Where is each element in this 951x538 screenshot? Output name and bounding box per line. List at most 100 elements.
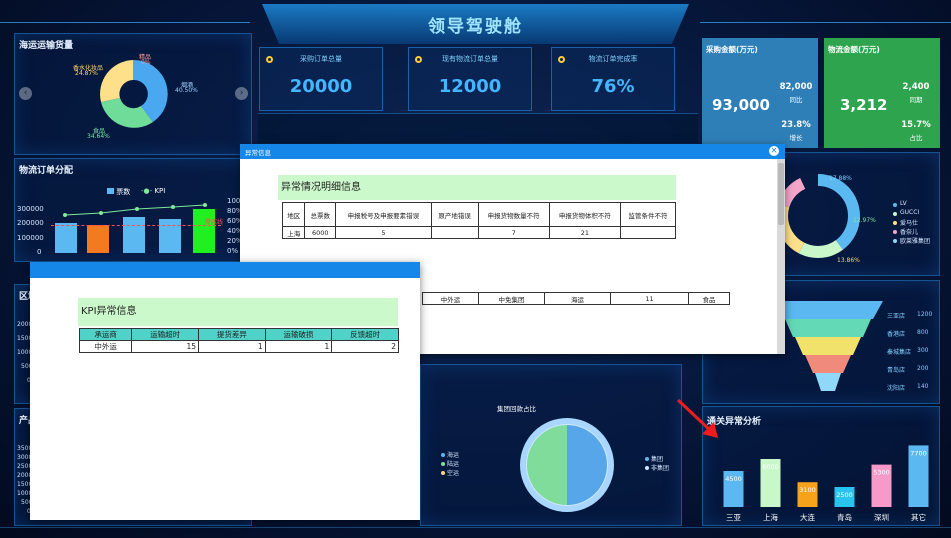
pie-pct-boutique: 0% (141, 59, 151, 66)
funnel-label: 三亚店 (887, 313, 906, 320)
kpi-line (63, 203, 207, 217)
legend-group: 集团 (651, 456, 664, 463)
red-arrow-icon (676, 398, 718, 438)
bar-1 (55, 223, 77, 253)
legend-swatch (107, 188, 114, 194)
legend-label: KPI (154, 187, 166, 195)
table-cell: 15 (131, 340, 200, 353)
legend-dot (441, 453, 445, 457)
column-header: 申报税号及申报要素错误 (335, 202, 432, 227)
close-icon[interactable]: ✕ (769, 146, 779, 156)
kpi-exception-dialog: KPI异常信息 承运商 运输超时 提货差异 运输破损 反馈超时 中外运 15 1… (30, 262, 420, 520)
column-header: 承运商 (78, 328, 133, 341)
shipping-volume-panel: 海运运输货量 ‹ › 精品 0% 香水化妆品 24.87% 烟酒 40.50% … (14, 33, 252, 155)
group-collection-donut (520, 418, 614, 512)
tile-main-value: 3,212 (840, 96, 888, 114)
table-cell: 中免集团 (478, 292, 545, 305)
customs-bar-value: 5300 (873, 469, 890, 477)
page-title: 领导驾驶舱 (428, 17, 523, 37)
kpi-value: 76% (591, 76, 635, 97)
shipping-pie-chart (100, 59, 168, 128)
column-header: 提货差异 (198, 328, 266, 341)
order-distribution-title: 物流订单分配 (19, 166, 74, 176)
table-cell: 1 (198, 340, 266, 353)
column-header: 监管条件不符 (619, 202, 677, 227)
table-cell: 中外运 (78, 340, 133, 353)
funnel-label: 沈阳店 (887, 385, 906, 392)
funnel-value: 1200 (917, 311, 933, 318)
customs-category-label: 大连 (800, 512, 815, 522)
y2-tick: 0% (227, 247, 239, 255)
scrollbar[interactable] (777, 159, 785, 354)
table-cell: 6000 (304, 226, 337, 239)
legend-dot (893, 203, 897, 207)
legend-dot (893, 221, 897, 225)
kpi-value: 20000 (289, 76, 353, 97)
kpi-exception-table: 承运商 运输超时 提货差异 运输破损 反馈超时 中外运 15 1 1 2 (78, 328, 399, 353)
kpi-label: 采购订单总量 (300, 55, 342, 63)
legend-dot (645, 466, 649, 470)
legend-dot (893, 230, 897, 234)
carousel-next-button[interactable]: › (235, 87, 248, 100)
kpi-label: 物流订单完成率 (588, 55, 638, 63)
kpi-value: 12000 (438, 76, 502, 97)
customs-bar-value: 7700 (910, 449, 927, 457)
dialog-titlebar (30, 262, 420, 278)
brand-pct-top: 17.88% (829, 175, 852, 182)
table-row: 中外运 15 1 1 2 (78, 340, 399, 353)
table-cell: 食品 (688, 292, 730, 305)
table-cell: 上海 (281, 226, 306, 239)
customs-bar-chart: 4500 三亚 6000 上海 3100 大连 2500 青岛 5300 深圳 7700 其它 (723, 445, 929, 522)
pie-pct-cosmetics: 24.87% (75, 70, 98, 77)
column-header: 申报货物数量不符 (477, 202, 550, 227)
legend-dot (893, 239, 897, 243)
legend-sea: 海运 (447, 452, 460, 459)
kpi-label: 现有物流订单总量 (442, 55, 498, 63)
customs-category-label: 深圳 (874, 512, 889, 522)
funnel-label: 青岛店 (887, 367, 906, 374)
pie-slice-cosmetics (100, 60, 133, 102)
legend-air: 空运 (447, 470, 460, 477)
kpi-completion-rate: 物流订单完成率 76% (551, 47, 675, 111)
y-tick: 0 (37, 248, 42, 256)
customs-category-label: 青岛 (837, 512, 852, 522)
table-cell: 5 (335, 226, 432, 239)
tile-growth-caption: 增长 (789, 134, 803, 142)
funnel-value: 800 (917, 329, 929, 336)
customs-bar-value: 2500 (836, 491, 853, 499)
column-header: 原产地错误 (430, 202, 479, 227)
legend-non-group: 非集团 (651, 465, 670, 472)
funnel-value: 140 (917, 383, 929, 390)
customs-exception-panel: 通关异常分析 4500 三亚 6000 上海 3100 大连 2500 青岛 5300 深圳 770… (702, 406, 940, 526)
kpi-purchase-orders: 采购订单总量 20000 (259, 47, 383, 111)
customs-bar-value: 6000 (762, 463, 779, 471)
legend-land: 陆运 (447, 461, 460, 468)
legend-lv: LV (900, 200, 907, 207)
brand-donut (776, 174, 860, 258)
tile-same-period-value: 2,400 (902, 82, 930, 92)
legend-hermes: 爱马仕 (900, 220, 919, 227)
y-tick: 300000 (17, 205, 44, 213)
column-header: 地区 (281, 202, 306, 227)
table-cell: 1 (264, 340, 333, 353)
exception-table: 地区 总票数 申报税号及申报要素错误 原产地错误 申报货物数量不符 申报货物体积… (281, 202, 677, 239)
legend-dot (441, 462, 445, 466)
tile-title: 采购金额(万元) (706, 45, 758, 54)
table-header-row: 承运商 运输超时 提货差异 运输破损 反馈超时 (78, 328, 399, 341)
table-cell: 7 (477, 226, 550, 239)
legend-kpi: -●- KPI (141, 187, 165, 195)
legend-tickets: 票数 (107, 187, 130, 197)
funnel-label: 香港店 (887, 331, 906, 338)
funnel-label: 秦城集店 (887, 349, 912, 356)
pie-pct-food: 34.64% (87, 133, 110, 140)
carousel-prev-button[interactable]: ‹ (19, 87, 32, 100)
y2-tick: 100 (227, 197, 241, 205)
y-tick: 100000 (17, 234, 44, 242)
scrollbar-thumb[interactable] (778, 163, 784, 225)
store-funnel-chart (773, 301, 883, 391)
table-row: 上海 6000 5 7 21 (281, 226, 677, 239)
section-heading: 异常情况明细信息 (278, 175, 676, 200)
logistics-amount-tile: 物流金额(万元) 3,212 2,400 同期 15.7% 占比 (824, 38, 940, 148)
table-cell: 海运 (544, 292, 611, 305)
tile-main-value: 93,000 (712, 96, 770, 114)
